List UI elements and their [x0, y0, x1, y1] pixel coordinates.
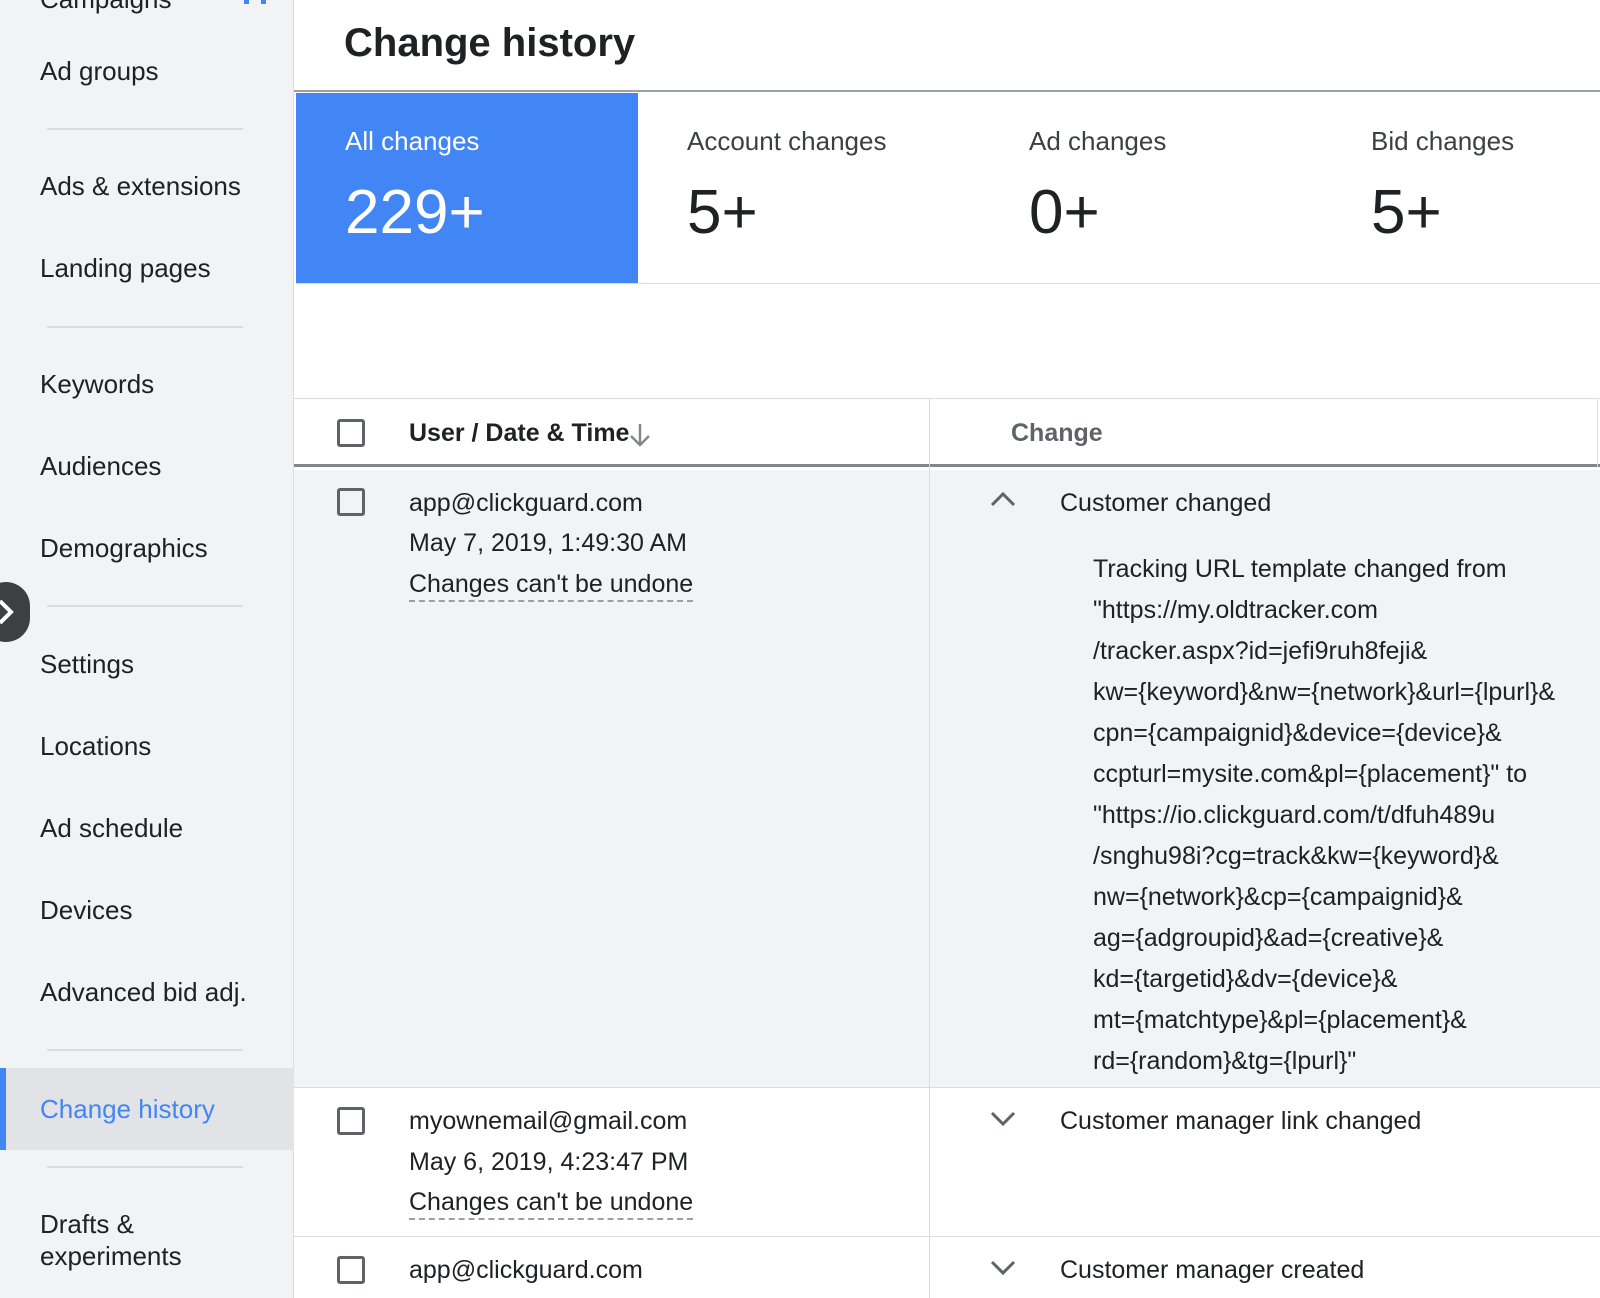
row-checkbox[interactable]: [337, 488, 365, 516]
sidebar-item-drafts-experiments[interactable]: Drafts & experiments: [0, 1208, 294, 1272]
undo-status-link[interactable]: Changes can't be undone: [409, 569, 694, 602]
column-divider: [1597, 399, 1598, 467]
row-change-summary: Customer manager link changed: [1060, 1107, 1422, 1135]
card-label: All changes: [345, 126, 480, 156]
sidebar-divider: [47, 605, 243, 607]
chevron-down-icon[interactable]: [989, 1259, 1017, 1277]
sidebar-nav: Campaigns Ad groups Ads & extensions Lan…: [0, 0, 294, 1298]
row-user: app@clickguard.com: [409, 1256, 643, 1284]
row-datetime: May 7, 2019, 1:49:30 AM: [409, 529, 687, 557]
page-header: Change history: [294, 0, 1600, 92]
sidebar-item-change-history[interactable]: Change history: [0, 1068, 294, 1150]
card-label: Account changes: [687, 126, 887, 156]
sidebar-item-ads-extensions[interactable]: Ads & extensions: [0, 170, 294, 202]
row-checkbox[interactable]: [337, 1107, 365, 1135]
sidebar-item-keywords[interactable]: Keywords: [0, 368, 294, 400]
select-all-checkbox[interactable]: [337, 419, 365, 447]
sidebar-item-locations[interactable]: Locations: [0, 730, 294, 762]
row-user: myownemail@gmail.com: [409, 1107, 688, 1135]
column-header-user-date-time[interactable]: User / Date & Time: [409, 419, 629, 448]
change-type-scorecards: All changes 229+ Account changes 5+ Ad c…: [296, 93, 1600, 284]
sidebar-divider: [47, 128, 243, 130]
row-user: app@clickguard.com: [409, 489, 643, 517]
undo-status-link[interactable]: Changes can't be undone: [409, 1187, 694, 1220]
sidebar-divider: [47, 1049, 243, 1051]
sidebar-item-devices[interactable]: Devices: [0, 894, 294, 926]
tab-account-changes[interactable]: Account changes 5+: [638, 93, 980, 283]
card-value: 5+: [1371, 178, 1442, 247]
column-header-change: Change: [1011, 419, 1103, 447]
change-detail: Tracking URL template changed from "http…: [1093, 555, 1556, 1075]
row-checkbox[interactable]: [337, 1256, 365, 1284]
sidebar-item-advanced-bid-adj[interactable]: Advanced bid adj.: [0, 976, 294, 1008]
sidebar-item-campaigns[interactable]: Campaigns: [40, 0, 172, 15]
tab-ad-changes[interactable]: Ad changes 0+: [980, 93, 1322, 283]
chevron-down-icon[interactable]: [989, 1110, 1017, 1128]
sidebar-item-landing-pages[interactable]: Landing pages: [0, 252, 294, 284]
card-label: Ad changes: [1029, 126, 1167, 156]
pause-icon: [244, 0, 266, 4]
chevron-right-icon: [0, 599, 14, 625]
sidebar-item-ad-schedule[interactable]: Ad schedule: [0, 812, 294, 844]
sidebar-item-audiences[interactable]: Audiences: [0, 450, 294, 482]
card-value: 5+: [687, 178, 758, 247]
sidebar-item-settings[interactable]: Settings: [0, 648, 294, 680]
card-value: 229+: [345, 178, 485, 247]
card-label: Bid changes: [1371, 126, 1515, 156]
card-value: 0+: [1029, 178, 1100, 247]
expand-sidebar-button[interactable]: [0, 582, 30, 642]
row-change-summary: Customer changed: [1060, 489, 1272, 517]
sidebar-item-ad-groups[interactable]: Ad groups: [0, 55, 294, 87]
sidebar-divider: [47, 1166, 243, 1168]
column-divider: [929, 399, 930, 1298]
arrow-down-icon[interactable]: [628, 422, 652, 448]
sidebar-divider: [47, 326, 243, 328]
tab-bid-changes[interactable]: Bid changes 5+: [1322, 93, 1600, 283]
tab-all-changes[interactable]: All changes 229+: [296, 93, 638, 283]
page-title: Change history: [344, 21, 636, 65]
row-datetime: May 6, 2019, 4:23:47 PM: [409, 1148, 689, 1176]
sidebar-item-demographics[interactable]: Demographics: [0, 532, 294, 564]
row-change-summary: Customer manager created: [1060, 1256, 1365, 1284]
chevron-up-icon[interactable]: [989, 490, 1017, 508]
